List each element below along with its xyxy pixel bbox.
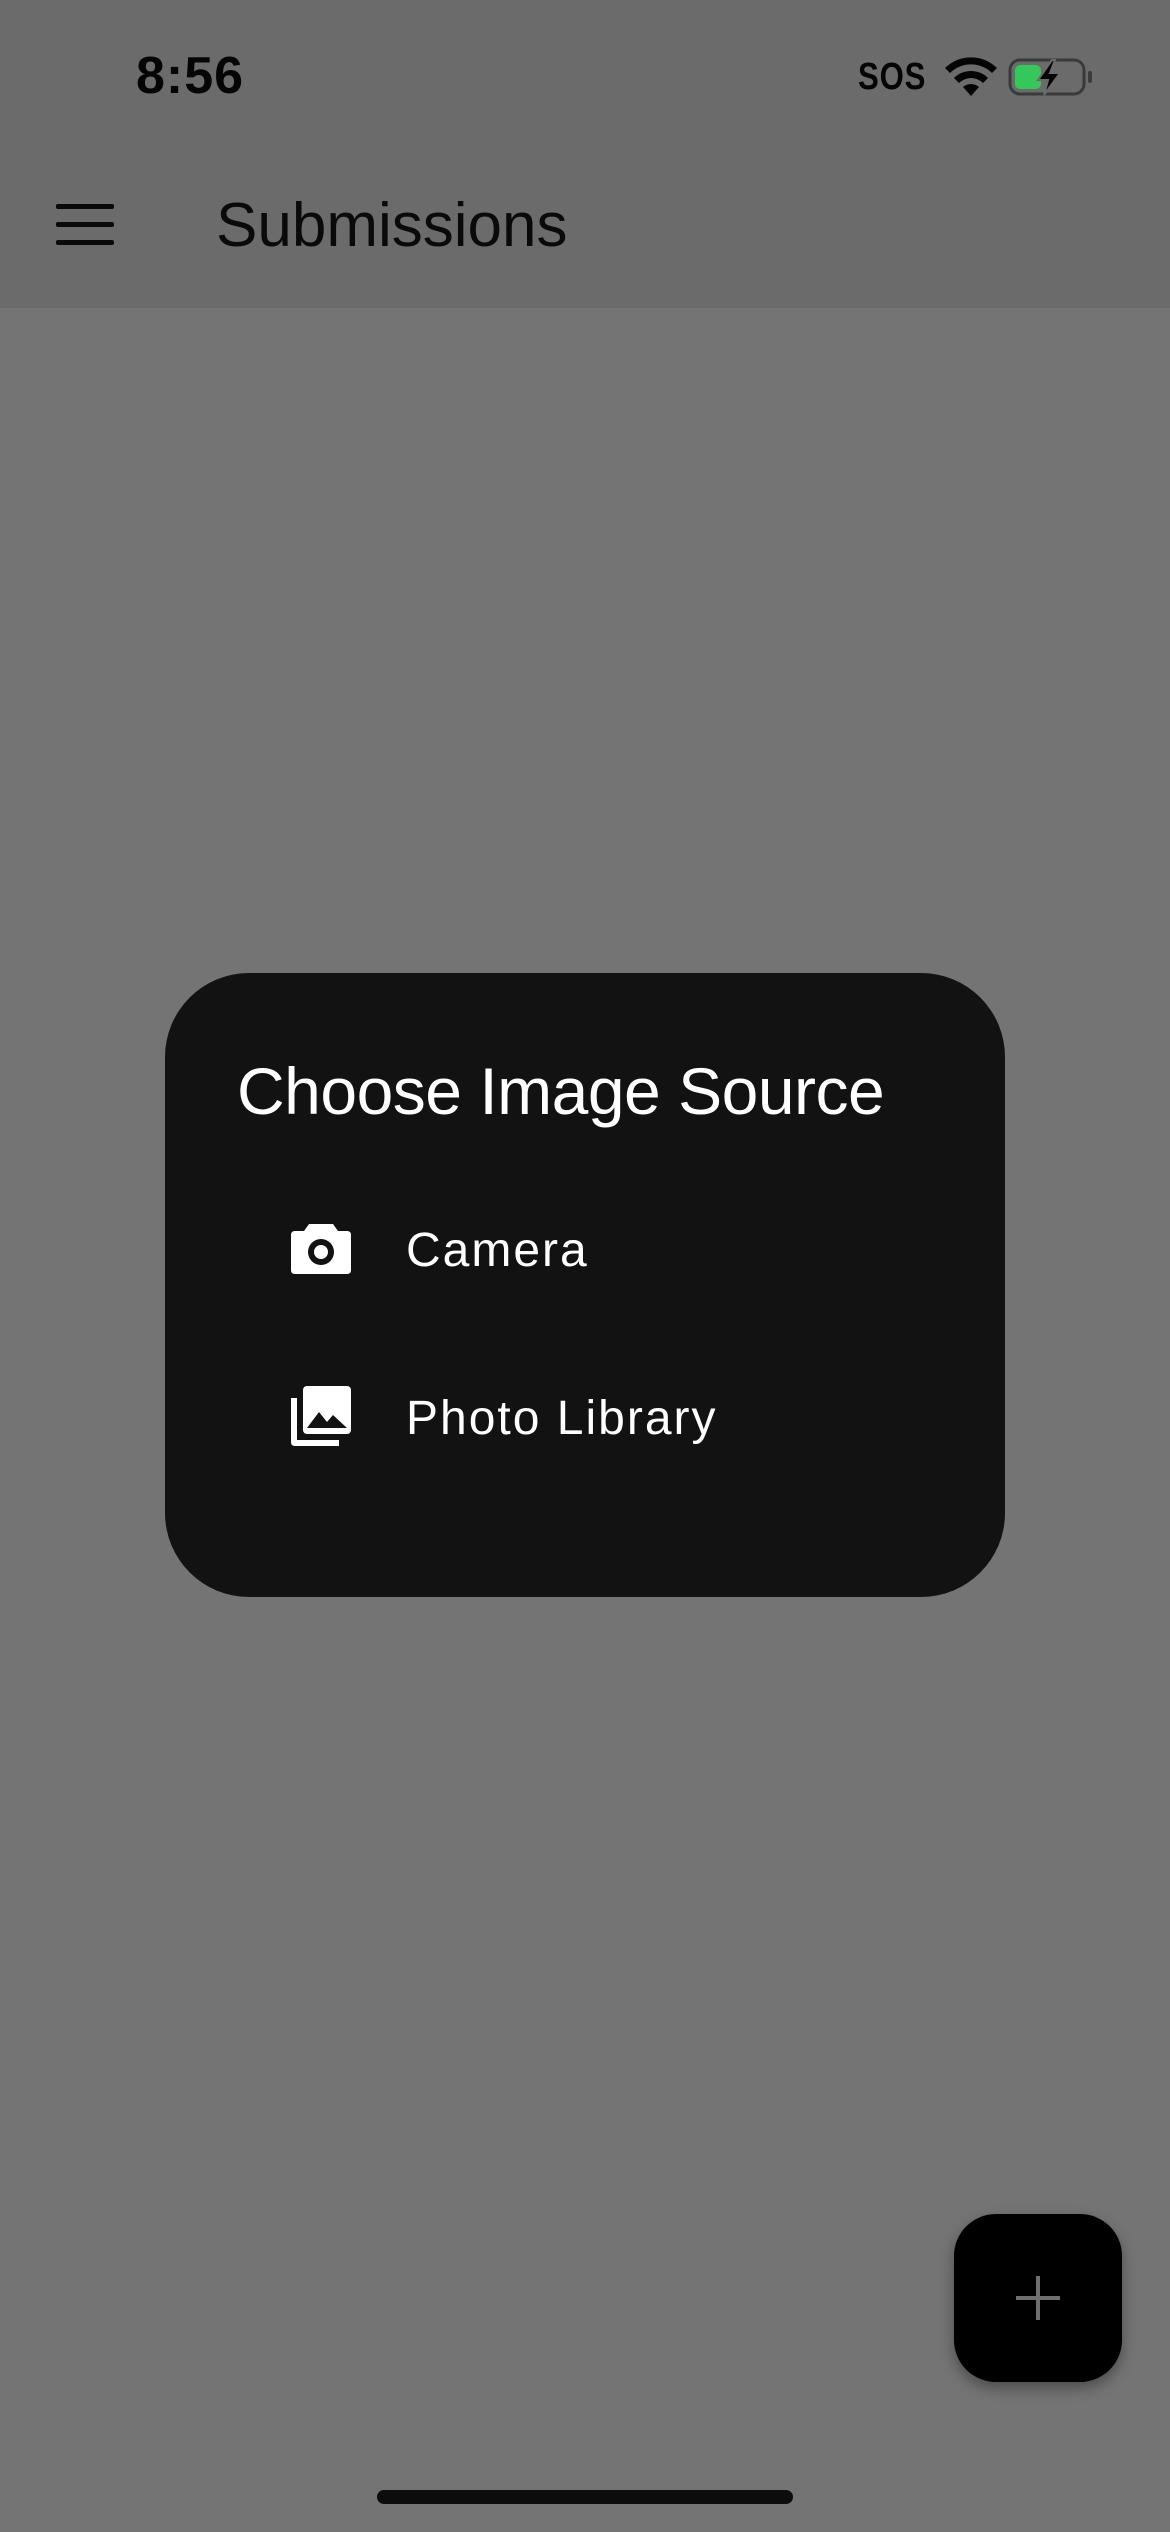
camera-option-label: Camera	[406, 1224, 589, 1277]
photo-library-icon	[291, 1386, 351, 1446]
status-time: 8:56	[136, 47, 245, 105]
hamburger-menu-icon[interactable]	[56, 200, 114, 250]
photo-library-option-label: Photo Library	[406, 1392, 718, 1445]
app-bar	[0, 155, 1170, 308]
home-indicator[interactable]	[377, 2490, 793, 2504]
photo-library-option[interactable]: Photo Library	[165, 1343, 1005, 1493]
dialog-title: Choose Image Source	[237, 1054, 885, 1128]
page-title: Submissions	[216, 191, 568, 260]
battery-charging-icon	[1008, 58, 1092, 96]
camera-icon	[291, 1224, 351, 1274]
add-submission-button[interactable]	[954, 2214, 1122, 2382]
status-bar: 8:56 SOS	[0, 0, 1170, 155]
wifi-icon	[945, 57, 997, 96]
camera-option[interactable]: Camera	[165, 1175, 1005, 1325]
status-carrier: SOS	[858, 56, 927, 98]
image-source-dialog: Choose Image Source Camera Photo Library	[165, 973, 1005, 1597]
plus-icon	[1016, 2276, 1060, 2320]
